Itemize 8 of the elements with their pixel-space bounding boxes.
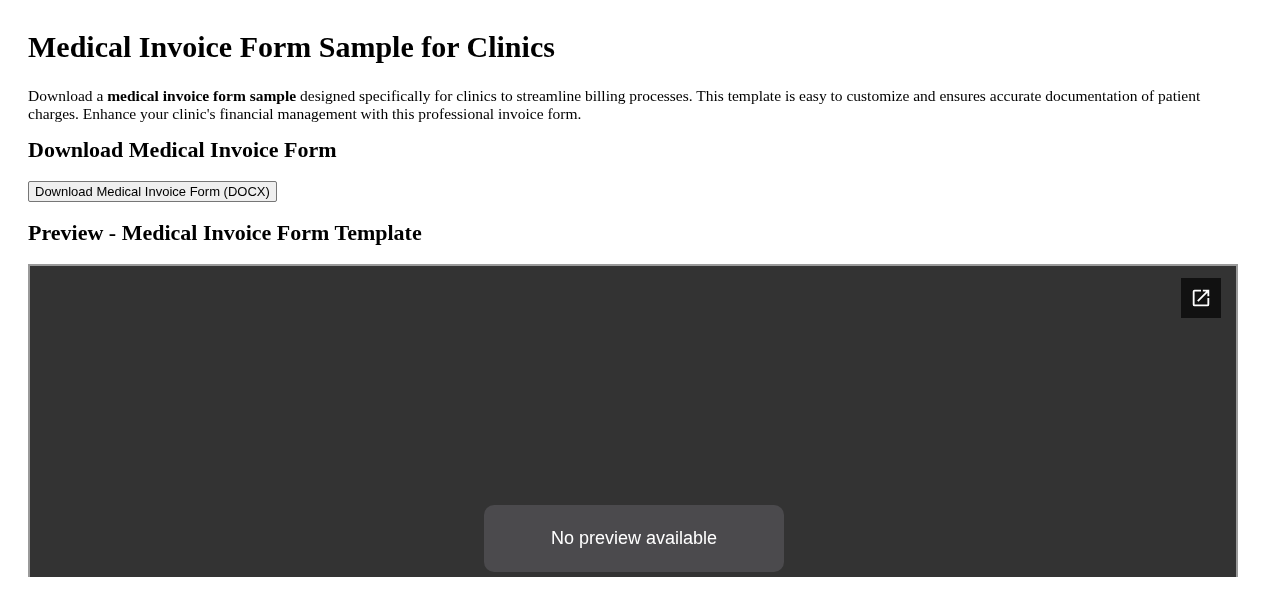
open-external-icon [1190, 287, 1212, 309]
download-button[interactable]: Download Medical Invoice Form (DOCX) [28, 181, 277, 202]
open-external-button[interactable] [1181, 278, 1221, 318]
section-heading: Download Medical Invoice Form [28, 137, 338, 163]
section-heading: Preview - Medical Invoice Form Template [28, 220, 423, 246]
intro-paragraph: Download a medical invoice form sample designed specifically for clinics to streamline billing processes. This template is easy to customize and ensures accurate documentation of patient charges. Enhance your clinic's financial management with this professional invoice form. [28, 87, 1202, 123]
page-title: Medical Invoice Form Sample for Clinics [28, 29, 556, 65]
preview-message: No preview available [484, 505, 784, 572]
